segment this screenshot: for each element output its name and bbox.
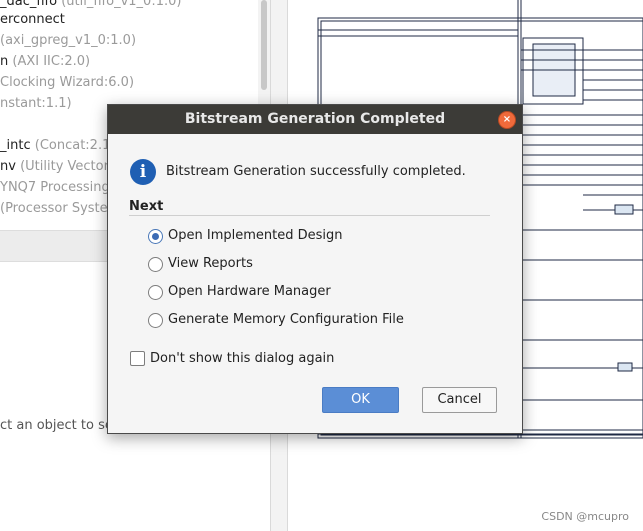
dont-show-again-checkbox[interactable]: [130, 351, 145, 366]
watermark: CSDN @mcupro: [541, 510, 629, 523]
option-label: Generate Memory Configuration File: [168, 312, 404, 327]
tree-item[interactable]: nstant:1.1): [0, 93, 72, 114]
close-icon: ×: [502, 114, 512, 125]
option-label: View Reports: [168, 256, 253, 271]
radio-button[interactable]: [148, 229, 163, 244]
option-label: Open Hardware Manager: [168, 284, 331, 299]
scrollbar-thumb[interactable]: [261, 0, 267, 90]
next-heading: Next: [129, 199, 164, 214]
cancel-button[interactable]: Cancel: [422, 387, 497, 413]
tree-item[interactable]: YNQ7 Processing: [0, 177, 110, 198]
close-button[interactable]: ×: [498, 111, 516, 129]
dialog-title-bar[interactable]: Bitstream Generation Completed ×: [108, 105, 522, 134]
section-divider: [129, 215, 490, 216]
tree-item[interactable]: (axi_gpreg_v1_0:1.0): [0, 30, 136, 51]
radio-button[interactable]: [148, 257, 163, 272]
bitstream-completed-dialog: Bitstream Generation Completed × i Bitst…: [107, 104, 523, 434]
tree-item[interactable]: _intc (Concat:2.1): [0, 135, 115, 156]
dialog-title: Bitstream Generation Completed: [184, 111, 446, 127]
tree-item[interactable]: erconnect: [0, 9, 65, 30]
checkbox-label: Don't show this dialog again: [150, 351, 335, 366]
info-icon: i: [130, 159, 156, 185]
tree-item[interactable]: Clocking Wizard:6.0): [0, 72, 134, 93]
tree-item[interactable]: n (AXI IIC:2.0): [0, 51, 90, 72]
tree-item[interactable]: (Processor Syste: [0, 198, 108, 219]
option-label: Open Implemented Design: [168, 228, 343, 243]
tree-item[interactable]: nv (Utility Vector L: [0, 156, 120, 177]
properties-message: ct an object to se: [0, 418, 113, 433]
radio-button[interactable]: [148, 313, 163, 328]
dialog-message: Bitstream Generation successfully comple…: [166, 164, 466, 179]
radio-button[interactable]: [148, 285, 163, 300]
ok-button[interactable]: OK: [322, 387, 399, 413]
